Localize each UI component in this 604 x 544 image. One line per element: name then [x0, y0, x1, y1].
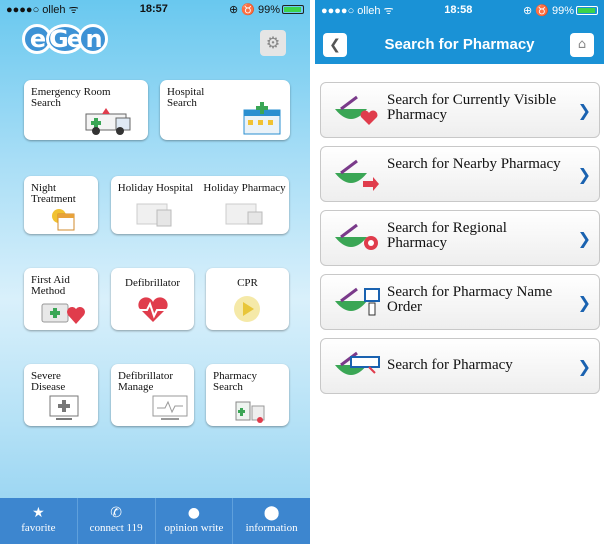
search-visible-pharmacy-item[interactable]: Search for Currently Visible Pharmacy ❯	[320, 82, 600, 138]
chevron-right-icon: ❯	[577, 165, 591, 184]
carrier-label: ●●●●○ olleh ᯤ	[321, 4, 394, 17]
ecg-monitor-icon	[152, 395, 188, 420]
cpr-label: CPR	[237, 277, 258, 289]
pharmacy-bowl-arrow-icon	[335, 159, 379, 191]
tab-opinion-write[interactable]: ● opinion write	[154, 498, 233, 544]
holiday-hospital-icon	[136, 203, 172, 227]
pharmacy-search-tile[interactable]: Pharmacy Search	[206, 364, 289, 426]
holiday-hospital-label: Holiday Hospital	[117, 182, 194, 194]
carrier-label: ●●●●○ olleh ᯤ	[6, 3, 79, 16]
settings-gear-icon[interactable]: ⚙	[260, 30, 286, 56]
severe-disease-tile[interactable]: Severe Disease	[24, 364, 98, 426]
defibrillator-label: Defibrillator	[125, 277, 180, 289]
home-button[interactable]: ⌂	[570, 33, 594, 57]
pharmacy-bowl-heart-icon	[335, 95, 378, 125]
pharmacy-bowl-sort-icon	[335, 287, 380, 316]
first-aid-kit-icon	[41, 303, 85, 324]
hospital-building-icon	[243, 102, 281, 135]
status-bar: ●●●●○ olleh ᯤ 18:57 ⊕ ♉ 99%	[0, 0, 310, 18]
map-pin-icon: ⬤	[263, 505, 280, 521]
holiday-tile-group: Holiday Hospital Holiday Pharmacy	[111, 176, 289, 234]
heart-pulse-icon	[137, 297, 169, 322]
item-label: Search for Currently Visible Pharmacy	[387, 92, 557, 123]
search-regional-pharmacy-item[interactable]: Search for Regional Pharmacy ❯	[320, 210, 600, 266]
status-bar: ●●●●○ olleh ᯤ 18:58 ⊕ ♉ 99%	[315, 0, 604, 20]
page-title: Search for Pharmacy	[384, 36, 535, 53]
item-label: Search for Nearby Pharmacy	[387, 156, 561, 172]
tab-information[interactable]: ⬤ information	[232, 498, 310, 544]
first-aid-tile[interactable]: First Aid Method	[24, 268, 98, 330]
pharmacy-search-screen: ●●●●○ olleh ᯤ 18:58 ⊕ ♉ 99% ❮ Search for…	[315, 0, 604, 544]
tab-connect-119[interactable]: ✆ connect 119	[76, 498, 155, 544]
battery-indicator: ⊕ ♉ 99%	[229, 3, 304, 16]
ambulance-icon	[85, 108, 131, 135]
medicine-bottles-icon	[235, 401, 265, 423]
search-nearby-pharmacy-item[interactable]: Search for Nearby Pharmacy ❯	[320, 146, 600, 202]
chevron-right-icon: ❯	[577, 229, 591, 248]
night-calendar-icon	[52, 209, 75, 231]
star-icon: ★	[32, 505, 45, 521]
hospital-search-tile[interactable]: Hospital Search	[160, 80, 290, 140]
holiday-pharmacy-label: Holiday Pharmacy	[203, 182, 286, 194]
item-label: Search for Pharmacy Name Order	[387, 284, 553, 315]
chat-bubble-icon: ●	[187, 505, 200, 521]
pharmacy-bowl-search-icon	[335, 351, 380, 375]
clock: 18:58	[444, 4, 473, 16]
search-pharmacy-item[interactable]: Search for Pharmacy ❯	[320, 338, 600, 394]
item-label: Search for Regional Pharmacy	[387, 220, 507, 251]
chevron-right-icon: ❯	[577, 357, 591, 376]
cpr-tile[interactable]: CPR	[206, 268, 289, 330]
holiday-pharmacy-button[interactable]: Holiday Pharmacy	[200, 176, 289, 234]
night-treatment-tile[interactable]: Night Treatment	[24, 176, 98, 234]
nav-header: ❮ Search for Pharmacy ⌂	[315, 20, 604, 64]
egen-logo: e Ge n	[22, 24, 108, 54]
home-icon: ⌂	[577, 37, 587, 52]
hospital-search-label: Hospital Search	[167, 86, 205, 109]
search-pharmacy-name-order-item[interactable]: Search for Pharmacy Name Order ❯	[320, 274, 600, 330]
tab-favorite[interactable]: ★ favorite	[0, 498, 77, 544]
chevron-right-icon: ❯	[577, 101, 591, 120]
cpr-video-play-icon	[234, 296, 260, 322]
holiday-hospital-button[interactable]: Holiday Hospital	[111, 176, 200, 234]
pharmacy-bowl-pin-icon	[335, 223, 378, 250]
chevron-right-icon: ❯	[577, 293, 591, 312]
item-label: Search for Pharmacy	[387, 357, 513, 373]
bottom-tab-bar: ★ favorite ✆ connect 119 ● opinion write ⬤ i…	[0, 498, 310, 544]
holiday-pharmacy-icon	[225, 203, 263, 225]
battery-indicator: ⊕ ♉ 99%	[523, 4, 598, 17]
battery-icon	[576, 6, 598, 16]
medical-monitor-icon	[49, 395, 79, 420]
defibrillator-manage-tile[interactable]: Defibrillator Manage	[111, 364, 194, 426]
night-treatment-label: Night Treatment	[31, 182, 76, 205]
er-search-tile[interactable]: Emergency Room Search	[24, 80, 148, 140]
battery-icon	[282, 5, 304, 15]
main-menu-screen: ●●●●○ olleh ᯤ 18:57 ⊕ ♉ 99% e Ge n ⚙ Emerg…	[0, 0, 310, 544]
first-aid-label: First Aid Method	[31, 274, 70, 297]
pharmacy-search-label: Pharmacy Search	[213, 370, 257, 393]
severe-disease-label: Severe Disease	[31, 370, 66, 393]
defibrillator-tile[interactable]: Defibrillator	[111, 268, 194, 330]
phone-icon: ✆	[110, 505, 122, 521]
clock: 18:57	[139, 3, 168, 15]
defibrillator-manage-label: Defibrillator Manage	[118, 370, 173, 393]
